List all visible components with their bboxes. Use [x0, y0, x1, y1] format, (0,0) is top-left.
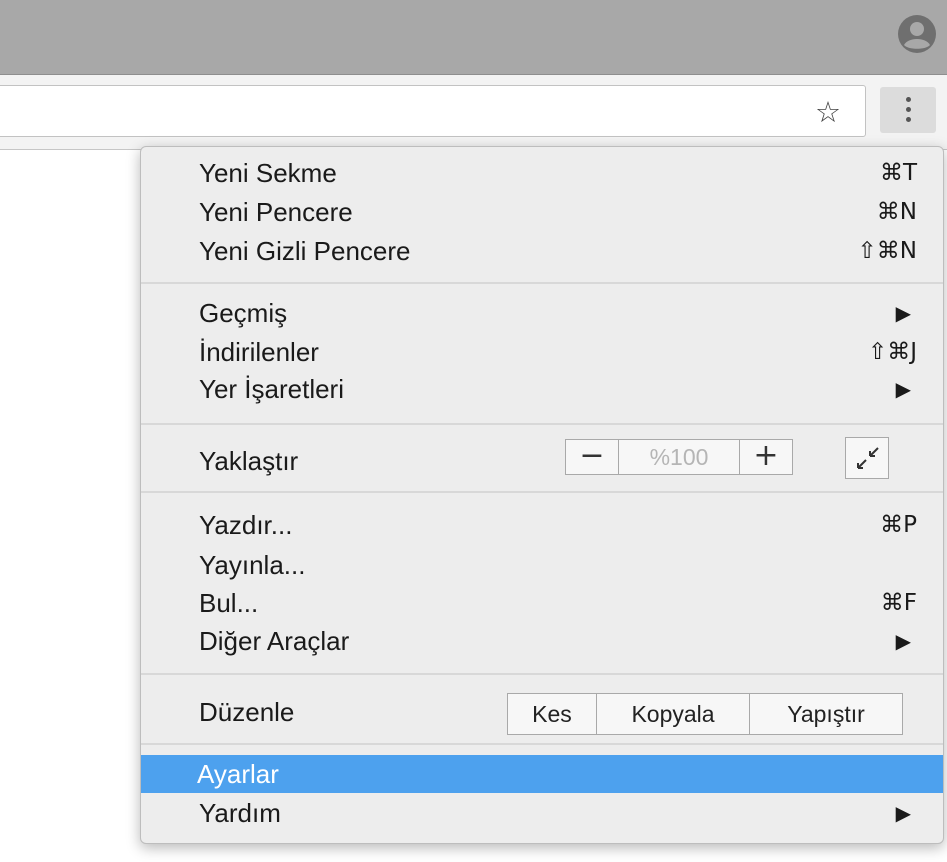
menu-item-label: Yeni Sekme: [199, 158, 337, 188]
fullscreen-icon: [857, 447, 879, 469]
triangle-right-icon: ▶: [895, 629, 911, 653]
zoom-in-button[interactable]: +: [740, 440, 792, 474]
menu-item-label: Yeni Gizli Pencere: [199, 236, 411, 266]
menu-item-label: Yardım: [199, 798, 281, 828]
paste-button[interactable]: Yapıştır: [749, 694, 902, 734]
menu-item-downloads[interactable]: İndirilenler ⇧⌘J: [141, 332, 943, 372]
window-titlebar: [0, 0, 947, 75]
menu-item-help[interactable]: Yardım ▶: [141, 793, 943, 833]
menu-item-more-tools[interactable]: Diğer Araçlar ▶: [141, 621, 943, 661]
triangle-right-icon: ▶: [895, 301, 911, 325]
triangle-right-icon: ▶: [895, 377, 911, 401]
menu-item-label: Yeni Pencere: [199, 197, 353, 227]
menu-item-find[interactable]: Bul... ⌘F: [141, 583, 943, 623]
menu-dot: [906, 117, 911, 122]
menu-item-history[interactable]: Geçmiş ▶: [141, 293, 943, 333]
menu-item-label: Bul...: [199, 588, 259, 618]
menu-item-cast[interactable]: Yayınla...: [141, 545, 943, 585]
menu-item-bookmarks[interactable]: Yer İşaretleri ▶: [141, 369, 943, 409]
menu-item-new-tab[interactable]: Yeni Sekme ⌘T: [141, 153, 943, 193]
menu-item-label: Yer İşaretleri: [199, 374, 344, 404]
menu-item-label: İndirilenler: [199, 337, 319, 367]
menu-dot: [906, 107, 911, 112]
menu-item-new-incognito-window[interactable]: Yeni Gizli Pencere ⇧⌘N: [141, 231, 943, 271]
menu-separator: [141, 282, 943, 284]
menu-item-print[interactable]: Yazdır... ⌘P: [141, 505, 943, 545]
zoom-label: Yaklaştır: [199, 446, 299, 476]
menu-item-label: Yazdır...: [199, 510, 293, 540]
address-bar[interactable]: ☆: [0, 85, 866, 137]
menu-item-shortcut: ⌘T: [879, 160, 917, 186]
menu-item-label: Ayarlar: [197, 759, 279, 789]
zoom-controls: − %100 +: [565, 439, 793, 475]
menu-item-shortcut: ⌘N: [876, 199, 917, 225]
menu-separator: [141, 743, 943, 745]
vertical-dots-icon: [906, 97, 911, 102]
zoom-out-button[interactable]: −: [566, 440, 618, 474]
account-circle-icon[interactable]: [897, 14, 937, 54]
menu-item-shortcut: ⌘F: [880, 590, 917, 616]
menu-item-label: Yayınla...: [199, 550, 306, 580]
zoom-level: %100: [618, 440, 740, 474]
browser-dropdown-menu: Yeni Sekme ⌘T Yeni Pencere ⌘N Yeni Gizli…: [140, 146, 944, 844]
menu-item-zoom: Yaklaştır − %100 +: [141, 437, 943, 489]
cut-button[interactable]: Kes: [508, 694, 596, 734]
menu-separator: [141, 491, 943, 493]
fullscreen-button[interactable]: [845, 437, 889, 479]
menu-separator: [141, 673, 943, 675]
menu-item-label: Geçmiş: [199, 298, 288, 328]
menu-item-shortcut: ⌘P: [880, 512, 917, 538]
menu-separator: [141, 423, 943, 425]
browser-toolbar: ☆: [0, 75, 947, 150]
star-icon[interactable]: ☆: [815, 98, 841, 127]
copy-button[interactable]: Kopyala: [596, 694, 749, 734]
browser-menu-button[interactable]: [880, 87, 936, 133]
menu-item-shortcut: ⇧⌘N: [857, 238, 917, 264]
edit-label: Düzenle: [199, 697, 295, 727]
menu-item-shortcut: ⇧⌘J: [867, 339, 917, 365]
edit-controls: Kes Kopyala Yapıştır: [507, 693, 903, 735]
triangle-right-icon: ▶: [895, 801, 911, 825]
menu-item-label: Diğer Araçlar: [199, 626, 350, 656]
menu-item-new-window[interactable]: Yeni Pencere ⌘N: [141, 192, 943, 232]
menu-item-settings[interactable]: Ayarlar: [141, 755, 943, 793]
menu-item-edit: Düzenle Kes Kopyala Yapıştır: [141, 683, 943, 743]
